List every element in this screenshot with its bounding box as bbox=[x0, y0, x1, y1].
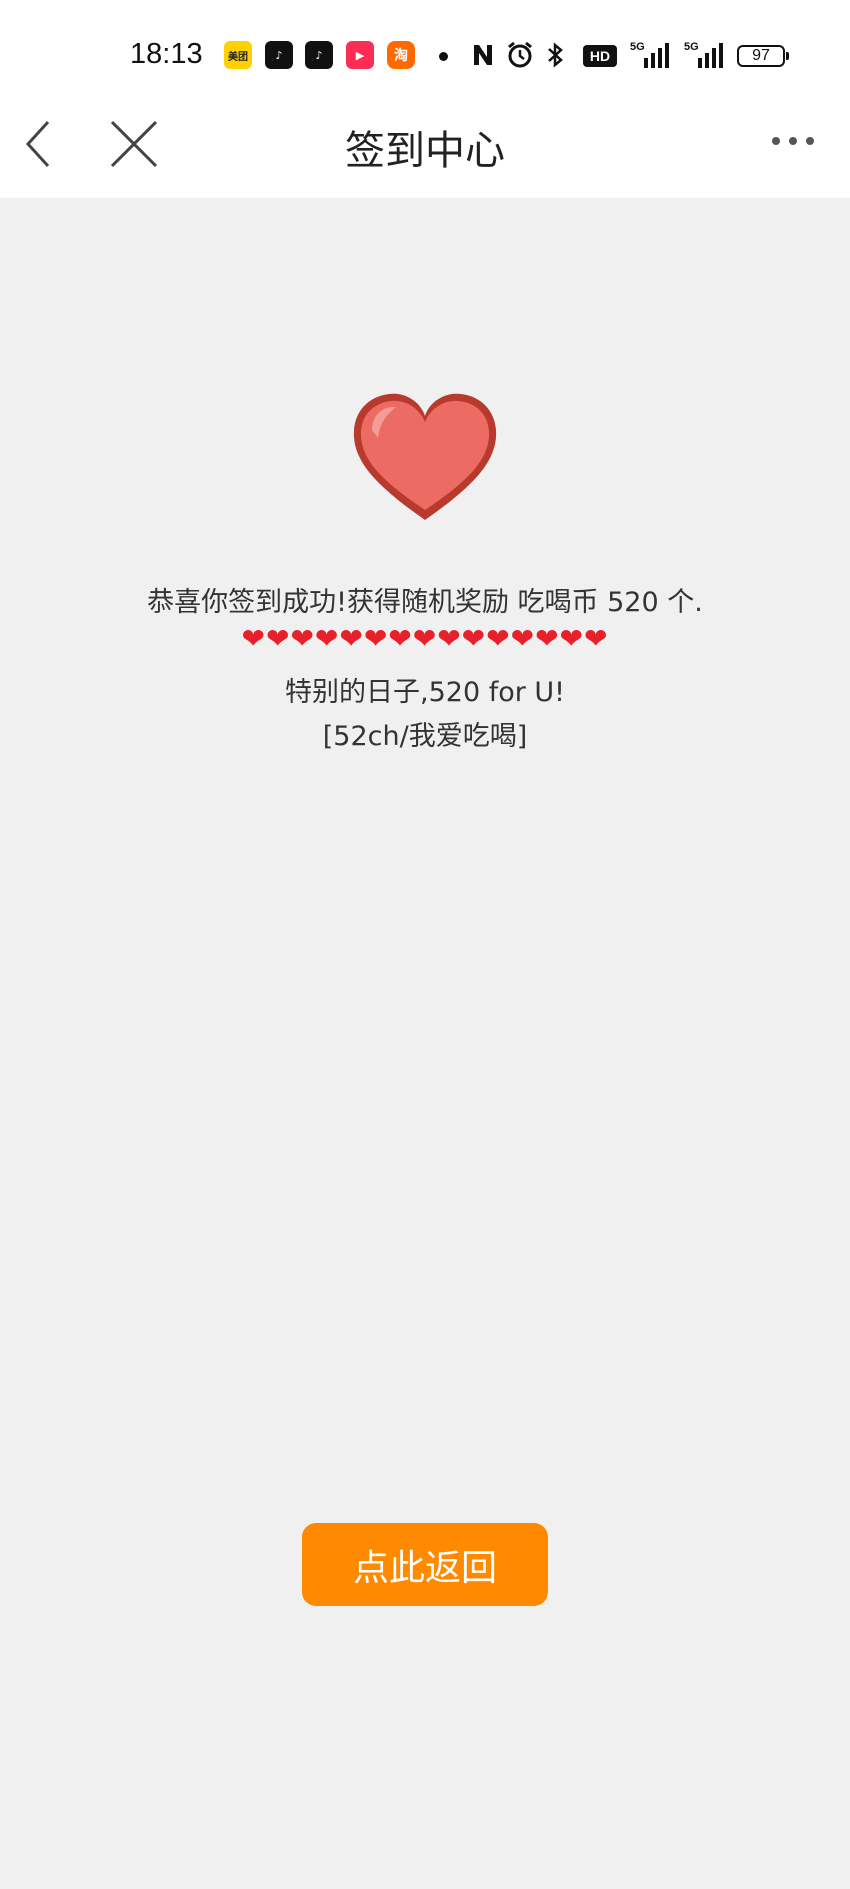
status-bar: 18:13 美团 ♪ ♪ ▶ 淘 HD 5G 5G 97 bbox=[0, 0, 850, 100]
hd-icon: HD bbox=[583, 45, 617, 67]
nav-bar: 签到中心 bbox=[0, 100, 850, 198]
heart-icon bbox=[353, 393, 497, 520]
battery-icon: 97 bbox=[737, 45, 789, 67]
signal-label: 5G bbox=[630, 41, 645, 53]
more-icon bbox=[772, 137, 814, 145]
nfc-icon bbox=[470, 40, 496, 70]
return-button[interactable]: 点此返回 bbox=[302, 1523, 548, 1606]
more-button[interactable] bbox=[766, 120, 826, 170]
page-title: 签到中心 bbox=[345, 128, 505, 174]
douyin-icon: ♪ bbox=[265, 41, 293, 69]
site-name: [52ch/我爱吃喝] bbox=[322, 721, 528, 752]
signal-5g-icon: 5G bbox=[630, 40, 670, 70]
signal-label: 5G bbox=[684, 41, 699, 53]
alarm-icon bbox=[505, 40, 535, 70]
success-message: 恭喜你签到成功!获得随机奖励 吃喝币 520 个. bbox=[147, 587, 703, 618]
special-day-message: 特别的日子,520 for U! bbox=[285, 677, 565, 708]
bluetooth-icon bbox=[543, 40, 569, 70]
signal-5g-icon: 5G bbox=[684, 40, 724, 70]
douyin-icon: ♪ bbox=[305, 41, 333, 69]
notification-dot-icon bbox=[439, 52, 448, 61]
meituan-icon: 美团 bbox=[224, 41, 252, 69]
hearts-row: ❤❤❤❤❤❤❤❤❤❤❤❤❤❤❤ bbox=[241, 622, 609, 655]
taobao-icon: 淘 bbox=[387, 41, 415, 69]
video-icon: ▶ bbox=[346, 41, 374, 69]
status-time: 18:13 bbox=[130, 38, 203, 70]
